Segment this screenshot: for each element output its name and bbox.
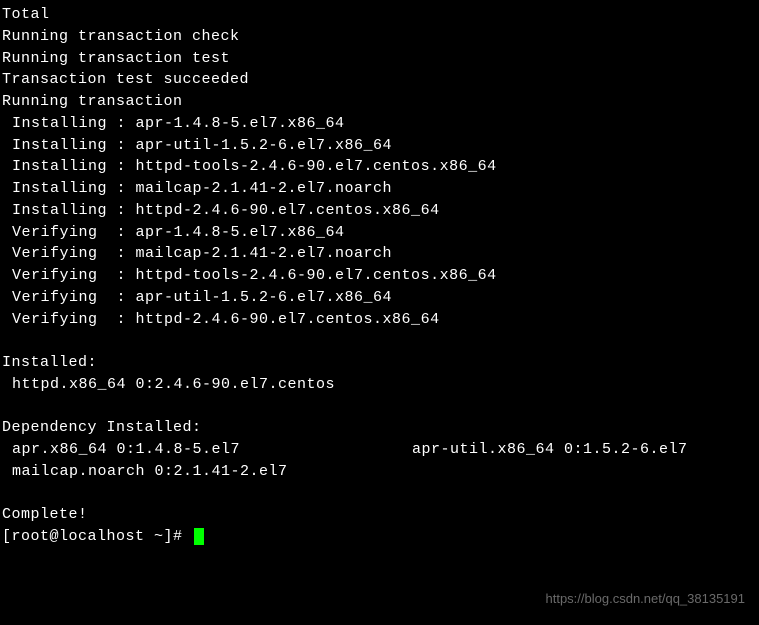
action-line: Verifying : mailcap-2.1.41-2.el7.noarch (2, 243, 757, 265)
running-line: Running transaction (2, 91, 757, 113)
dependency-heading: Dependency Installed: (2, 417, 757, 439)
watermark-text: https://blog.csdn.net/qq_38135191 (546, 590, 746, 609)
total-line: Total (2, 4, 757, 26)
action-line: Verifying : httpd-tools-2.4.6-90.el7.cen… (2, 265, 757, 287)
dep-pkg: apr.x86_64 0:1.4.8-5.el7 (2, 439, 412, 461)
installed-heading: Installed: (2, 352, 757, 374)
blank-line (2, 330, 757, 352)
cursor-icon (194, 528, 204, 545)
action-line: Installing : apr-util-1.5.2-6.el7.x86_64 (2, 135, 757, 157)
blank-line (2, 396, 757, 418)
dep-pkg: apr-util.x86_64 0:1.5.2-6.el7 (412, 439, 688, 461)
blank-line (2, 483, 757, 505)
action-line: Installing : httpd-tools-2.4.6-90.el7.ce… (2, 156, 757, 178)
action-line: Installing : mailcap-2.1.41-2.el7.noarch (2, 178, 757, 200)
action-line: Verifying : httpd-2.4.6-90.el7.centos.x8… (2, 309, 757, 331)
shell-prompt[interactable]: [root@localhost ~]# (2, 526, 757, 548)
prompt-text: [root@localhost ~]# (2, 528, 192, 545)
dependency-row: apr.x86_64 0:1.4.8-5.el7 apr-util.x86_64… (2, 439, 757, 461)
action-line: Verifying : apr-1.4.8-5.el7.x86_64 (2, 222, 757, 244)
installed-pkg: httpd.x86_64 0:2.4.6-90.el7.centos (2, 374, 757, 396)
check-line: Running transaction check (2, 26, 757, 48)
complete-line: Complete! (2, 504, 757, 526)
action-line: Installing : httpd-2.4.6-90.el7.centos.x… (2, 200, 757, 222)
test-line: Running transaction test (2, 48, 757, 70)
succeeded-line: Transaction test succeeded (2, 69, 757, 91)
action-line: Verifying : apr-util-1.5.2-6.el7.x86_64 (2, 287, 757, 309)
dep-pkg: mailcap.noarch 0:2.1.41-2.el7 (2, 461, 757, 483)
action-line: Installing : apr-1.4.8-5.el7.x86_64 (2, 113, 757, 135)
